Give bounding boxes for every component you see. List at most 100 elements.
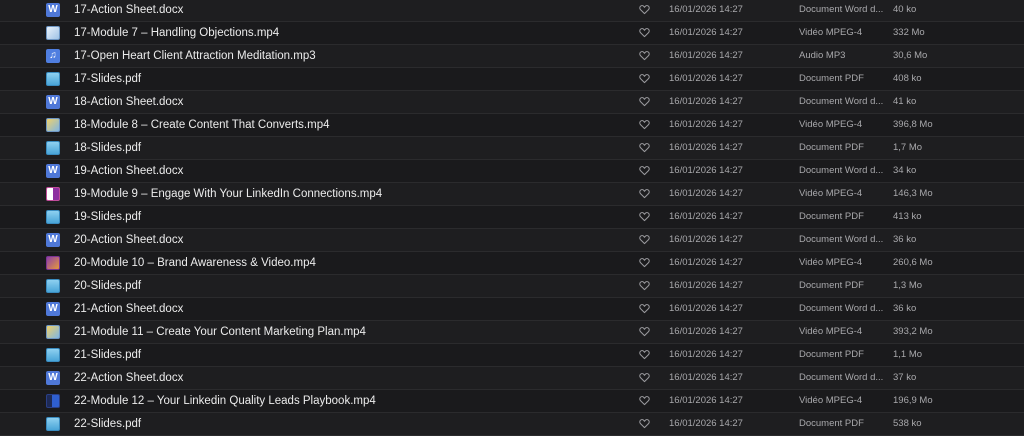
pdf-document-icon bbox=[46, 348, 60, 362]
file-name[interactable]: 21-Slides.pdf bbox=[74, 344, 141, 366]
heart-outline-icon[interactable] bbox=[639, 395, 650, 406]
file-kind: Document Word d... bbox=[799, 234, 884, 245]
file-row[interactable]: 18-Slides.pdf 16/01/2026 14:27 Document PD… bbox=[0, 137, 1024, 160]
video-file-icon bbox=[46, 394, 60, 408]
heart-outline-icon[interactable] bbox=[639, 142, 650, 153]
file-name[interactable]: 17-Action Sheet.docx bbox=[74, 0, 183, 21]
heart-outline-icon[interactable] bbox=[639, 257, 650, 268]
file-kind: Vidéo MPEG-4 bbox=[799, 27, 863, 38]
heart-outline-icon[interactable] bbox=[639, 372, 650, 383]
heart-outline-icon[interactable] bbox=[639, 188, 650, 199]
heart-outline-icon[interactable] bbox=[639, 280, 650, 291]
heart-outline-icon[interactable] bbox=[639, 303, 650, 314]
file-name[interactable]: 17-Slides.pdf bbox=[74, 68, 141, 90]
heart-outline-icon[interactable] bbox=[639, 211, 650, 222]
file-size: 34 ko bbox=[893, 165, 917, 176]
video-file-icon bbox=[46, 325, 60, 339]
modified-date: 16/01/2026 14:27 bbox=[669, 211, 743, 222]
file-row[interactable]: W 20-Action Sheet.docx 16/01/2026 14:27 Doc… bbox=[0, 229, 1024, 252]
file-kind: Vidéo MPEG-4 bbox=[799, 257, 863, 268]
file-list: W 17-Action Sheet.docx 16/01/2026 14:27 Doc… bbox=[0, 0, 1024, 436]
file-row[interactable]: 19-Slides.pdf 16/01/2026 14:27 Document PD… bbox=[0, 206, 1024, 229]
file-name[interactable]: 17-Open Heart Client Attraction Meditati… bbox=[74, 45, 316, 67]
heart-outline-icon[interactable] bbox=[639, 119, 650, 130]
heart-outline-icon[interactable] bbox=[639, 418, 650, 429]
file-size: 260,6 Mo bbox=[893, 257, 933, 268]
word-document-icon: W bbox=[46, 95, 60, 109]
modified-date: 16/01/2026 14:27 bbox=[669, 188, 743, 199]
file-name[interactable]: 22-Module 12 – Your Linkedin Quality Lea… bbox=[74, 390, 376, 412]
heart-outline-icon[interactable] bbox=[639, 326, 650, 337]
file-row[interactable]: W 17-Action Sheet.docx 16/01/2026 14:27 Doc… bbox=[0, 0, 1024, 22]
file-row[interactable]: W 19-Action Sheet.docx 16/01/2026 14:27 Doc… bbox=[0, 160, 1024, 183]
file-row[interactable]: 17-Slides.pdf 16/01/2026 14:27 Document PD… bbox=[0, 68, 1024, 91]
file-row[interactable]: 22-Module 12 – Your Linkedin Quality Lea… bbox=[0, 390, 1024, 413]
file-row[interactable]: ♫ 17-Open Heart Client Attraction Meditat… bbox=[0, 45, 1024, 68]
file-name[interactable]: 22-Slides.pdf bbox=[74, 413, 141, 435]
heart-outline-icon[interactable] bbox=[639, 50, 650, 61]
heart-outline-icon[interactable] bbox=[639, 349, 650, 360]
file-size: 30,6 Mo bbox=[893, 50, 928, 61]
file-name[interactable]: 18-Module 8 – Create Content That Conver… bbox=[74, 114, 329, 136]
file-row[interactable]: 22-Slides.pdf 16/01/2026 14:27 Document PD… bbox=[0, 413, 1024, 436]
file-kind: Vidéo MPEG-4 bbox=[799, 326, 863, 337]
file-row[interactable]: 18-Module 8 – Create Content That Conver… bbox=[0, 114, 1024, 137]
video-file-icon bbox=[46, 187, 60, 201]
file-size: 408 ko bbox=[893, 73, 922, 84]
file-row[interactable]: 17-Module 7 – Handling Objections.mp4 16/… bbox=[0, 22, 1024, 45]
file-name[interactable]: 20-Module 10 – Brand Awareness & Video.m… bbox=[74, 252, 316, 274]
word-document-icon: W bbox=[46, 233, 60, 247]
word-document-icon: W bbox=[46, 164, 60, 178]
file-size: 1,1 Mo bbox=[893, 349, 923, 360]
file-row[interactable]: W 21-Action Sheet.docx 16/01/2026 14:27 Doc… bbox=[0, 298, 1024, 321]
pdf-document-icon bbox=[46, 72, 60, 86]
modified-date: 16/01/2026 14:27 bbox=[669, 372, 743, 383]
file-kind: Document Word d... bbox=[799, 303, 884, 314]
file-name[interactable]: 21-Action Sheet.docx bbox=[74, 298, 183, 320]
file-name[interactable]: 17-Module 7 – Handling Objections.mp4 bbox=[74, 22, 279, 44]
heart-outline-icon[interactable] bbox=[639, 96, 650, 107]
file-name[interactable]: 18-Action Sheet.docx bbox=[74, 91, 183, 113]
file-size: 396,8 Mo bbox=[893, 119, 933, 130]
file-row[interactable]: W 22-Action Sheet.docx 16/01/2026 14:27 Doc… bbox=[0, 367, 1024, 390]
modified-date: 16/01/2026 14:27 bbox=[669, 303, 743, 314]
file-kind: Document Word d... bbox=[799, 165, 884, 176]
heart-outline-icon[interactable] bbox=[639, 73, 650, 84]
heart-outline-icon[interactable] bbox=[639, 4, 650, 15]
file-row[interactable]: W 18-Action Sheet.docx 16/01/2026 14:27 Doc… bbox=[0, 91, 1024, 114]
file-name[interactable]: 21-Module 11 – Create Your Content Marke… bbox=[74, 321, 366, 343]
file-row[interactable]: 21-Module 11 – Create Your Content Marke… bbox=[0, 321, 1024, 344]
modified-date: 16/01/2026 14:27 bbox=[669, 395, 743, 406]
file-size: 332 Mo bbox=[893, 27, 925, 38]
modified-date: 16/01/2026 14:27 bbox=[669, 257, 743, 268]
modified-date: 16/01/2026 14:27 bbox=[669, 142, 743, 153]
file-row[interactable]: 20-Module 10 – Brand Awareness & Video.m… bbox=[0, 252, 1024, 275]
file-name[interactable]: 19-Slides.pdf bbox=[74, 206, 141, 228]
pdf-document-icon bbox=[46, 279, 60, 293]
file-name[interactable]: 18-Slides.pdf bbox=[74, 137, 141, 159]
file-name[interactable]: 19-Action Sheet.docx bbox=[74, 160, 183, 182]
file-row[interactable]: 20-Slides.pdf 16/01/2026 14:27 Document PD… bbox=[0, 275, 1024, 298]
modified-date: 16/01/2026 14:27 bbox=[669, 234, 743, 245]
file-name[interactable]: 19-Module 9 – Engage With Your LinkedIn … bbox=[74, 183, 382, 205]
file-row[interactable]: 21-Slides.pdf 16/01/2026 14:27 Document PD… bbox=[0, 344, 1024, 367]
file-name[interactable]: 22-Action Sheet.docx bbox=[74, 367, 183, 389]
file-name[interactable]: 20-Action Sheet.docx bbox=[74, 229, 183, 251]
heart-outline-icon[interactable] bbox=[639, 165, 650, 176]
file-row[interactable]: 19-Module 9 – Engage With Your LinkedIn … bbox=[0, 183, 1024, 206]
file-kind: Vidéo MPEG-4 bbox=[799, 395, 863, 406]
file-kind: Vidéo MPEG-4 bbox=[799, 119, 863, 130]
file-size: 393,2 Mo bbox=[893, 326, 933, 337]
file-kind: Vidéo MPEG-4 bbox=[799, 188, 863, 199]
file-kind: Document Word d... bbox=[799, 372, 884, 383]
pdf-document-icon bbox=[46, 141, 60, 155]
heart-outline-icon[interactable] bbox=[639, 27, 650, 38]
file-kind: Document PDF bbox=[799, 211, 864, 222]
word-document-icon: W bbox=[46, 371, 60, 385]
modified-date: 16/01/2026 14:27 bbox=[669, 4, 743, 15]
video-file-icon bbox=[46, 118, 60, 132]
modified-date: 16/01/2026 14:27 bbox=[669, 326, 743, 337]
file-size: 41 ko bbox=[893, 96, 917, 107]
file-name[interactable]: 20-Slides.pdf bbox=[74, 275, 141, 297]
heart-outline-icon[interactable] bbox=[639, 234, 650, 245]
